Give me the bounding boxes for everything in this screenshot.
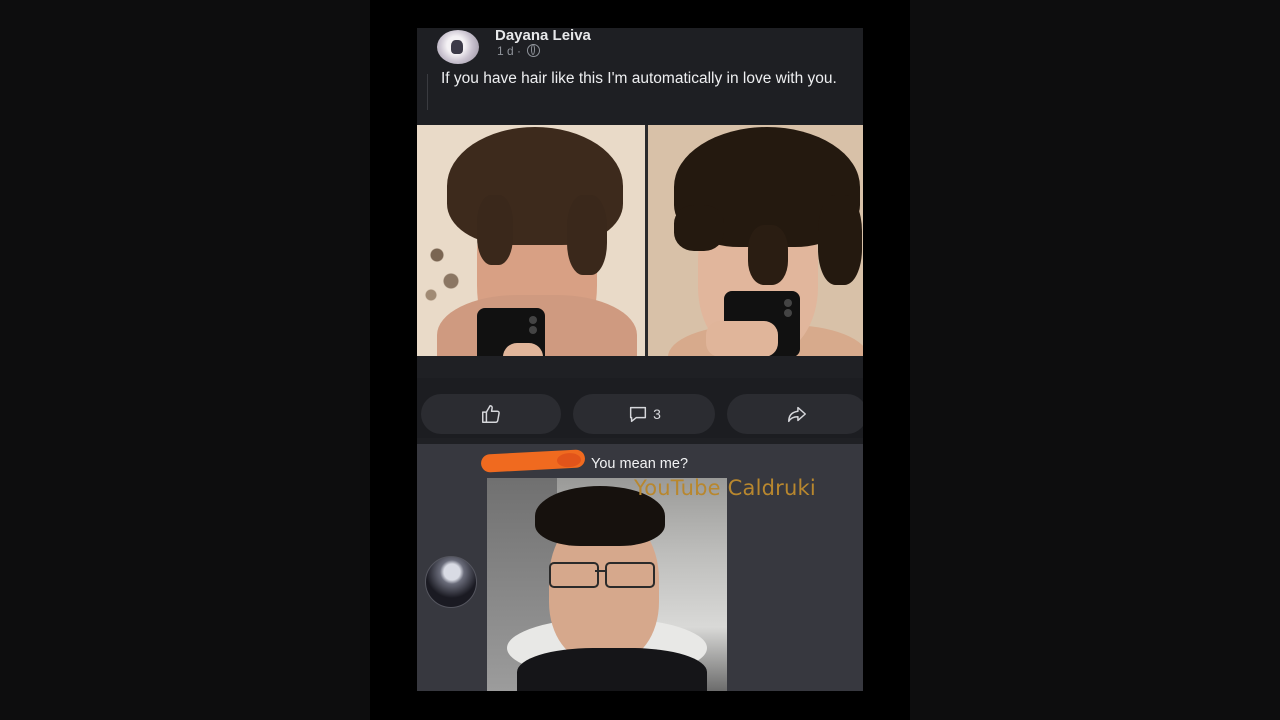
comment-button[interactable]: 3	[573, 394, 715, 434]
hand	[503, 343, 543, 356]
hair-strand	[674, 205, 724, 251]
hair-strand	[818, 195, 862, 285]
thumbs-up-icon	[482, 405, 500, 423]
comment-icon	[630, 406, 647, 423]
person-shirt	[517, 648, 707, 691]
facebook-post-card: Dayana Leiva 1 d · If you have hair like…	[417, 28, 863, 691]
author-name[interactable]: Dayana Leiva	[495, 28, 591, 44]
share-icon	[788, 406, 806, 423]
post-timestamp[interactable]: 1 d ·	[497, 44, 521, 58]
glasses-left-lens	[549, 562, 599, 588]
divider	[427, 74, 428, 110]
commenter-avatar[interactable]	[425, 556, 477, 608]
post-meta: 1 d ·	[497, 44, 541, 58]
wall-decoration	[417, 235, 467, 315]
comment-text: You mean me?	[591, 456, 689, 472]
post-header: Dayana Leiva 1 d · If you have hair like…	[417, 28, 863, 124]
author-avatar[interactable]	[437, 30, 479, 64]
post-photo-left[interactable]	[417, 125, 645, 356]
hair-strand	[477, 195, 513, 265]
hair-strand	[567, 195, 607, 275]
post-action-bar: 3	[417, 378, 863, 438]
post-text: If you have hair like this I'm automatic…	[441, 70, 837, 87]
globe-icon	[527, 44, 541, 57]
redacted-commenter-name	[480, 449, 586, 473]
like-button[interactable]	[421, 394, 561, 434]
glasses-right-lens	[605, 562, 655, 588]
post-photo-right[interactable]	[648, 125, 863, 356]
share-button[interactable]	[727, 394, 863, 434]
hair-strand	[748, 225, 788, 285]
youtube-watermark: YouTube Caldruki	[634, 476, 816, 500]
glasses-bridge	[595, 570, 607, 572]
comment-thread: You mean me? YouTube Caldruki	[417, 444, 863, 691]
comment-photo[interactable]	[487, 478, 727, 691]
hand	[706, 321, 778, 356]
comment-count: 3	[653, 406, 661, 422]
